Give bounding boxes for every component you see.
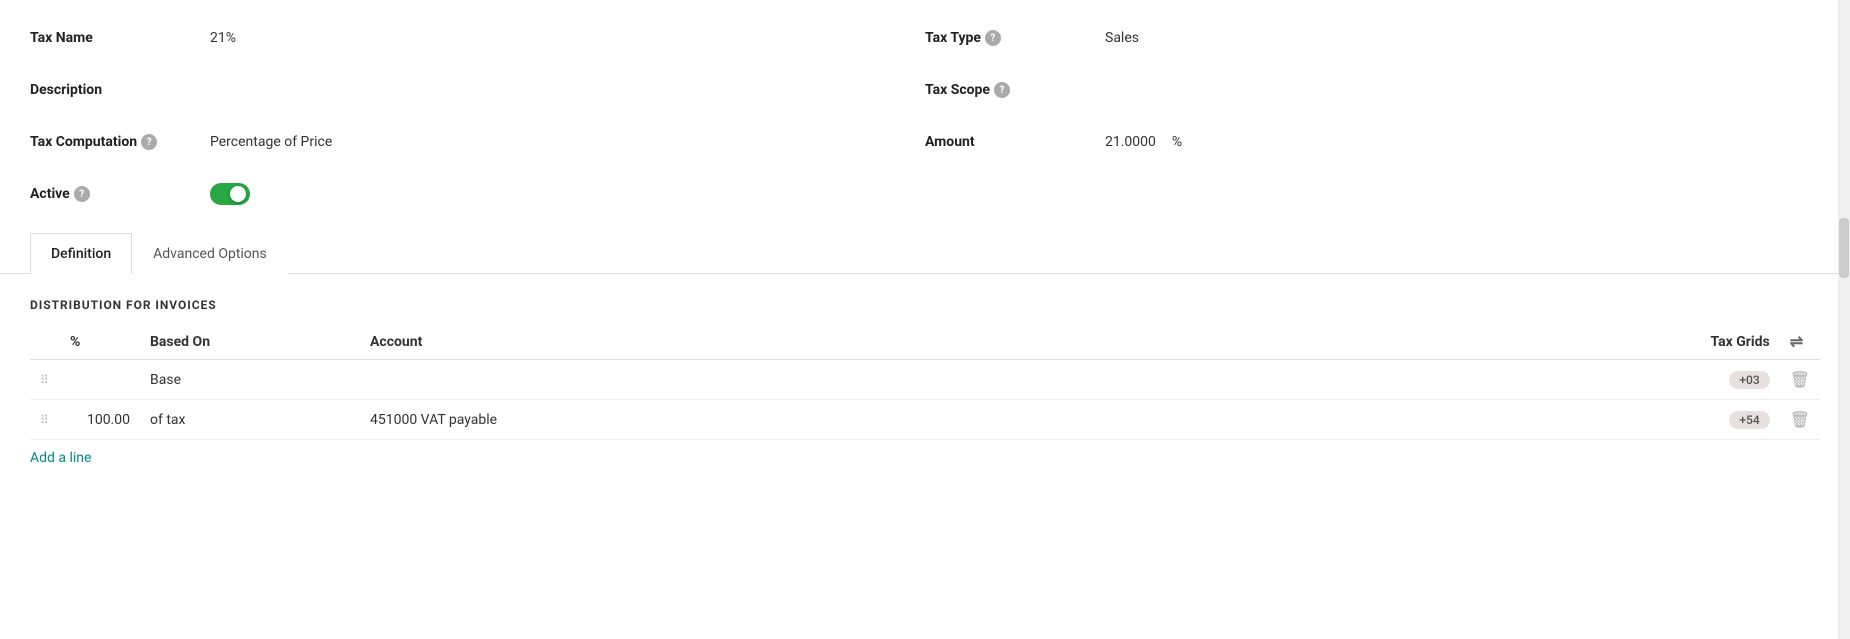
th-taxgrids: Tax Grids <box>710 324 1780 360</box>
active-toggle[interactable] <box>210 183 250 205</box>
distribution-table: % Based On Account Tax Grids ⇌ ⠿ Base +0… <box>30 324 1820 440</box>
basedon-cell-1[interactable]: Base <box>140 360 360 400</box>
tax-name-value[interactable]: 21% <box>210 30 236 46</box>
tax-type-row: Tax Type ? Sales <box>925 20 1820 56</box>
amount-label: Amount <box>925 134 1105 150</box>
drag-cell-2: ⠿ <box>30 400 60 440</box>
th-basedon: Based On <box>140 324 360 360</box>
tax-computation-value[interactable]: Percentage of Price <box>210 134 332 150</box>
th-account: Account <box>360 324 710 360</box>
distribution-invoices-title: DISTRIBUTION FOR INVOICES <box>30 298 1820 312</box>
active-toggle-wrapper <box>210 183 250 205</box>
delete-icon-2[interactable]: 🗑 <box>1790 410 1810 429</box>
active-help-icon[interactable]: ? <box>74 186 90 202</box>
amount-value[interactable]: 21.0000 <box>1105 134 1156 150</box>
tax-scope-row: Tax Scope ? <box>925 72 1820 108</box>
delete-cell-1: 🗑 <box>1780 360 1820 400</box>
add-line-button[interactable]: Add a line <box>30 440 91 476</box>
amount-row: Amount 21.0000 % <box>925 124 1820 160</box>
amount-value-row: 21.0000 % <box>1105 134 1182 150</box>
account-cell-2[interactable]: 451000 VAT payable <box>360 400 710 440</box>
taxgrid-badge-2[interactable]: +54 <box>1729 411 1769 429</box>
tax-scope-help-icon[interactable]: ? <box>994 82 1010 98</box>
th-drag <box>30 324 60 360</box>
table-row: ⠿ 100.00 of tax 451000 VAT payable +54 🗑 <box>30 400 1820 440</box>
tax-computation-row: Tax Computation ? Percentage of Price <box>30 124 925 160</box>
taxgrids-cell-2: +54 <box>710 400 1780 440</box>
active-row: Active ? <box>30 176 925 212</box>
basedon-cell-2[interactable]: of tax <box>140 400 360 440</box>
taxgrid-badge-1[interactable]: +03 <box>1729 371 1769 389</box>
scrollbar <box>1838 0 1850 639</box>
table-row: ⠿ Base +03 🗑 <box>30 360 1820 400</box>
form-left: Tax Name 21% Description Tax Computation… <box>30 20 925 212</box>
tab-advanced-options[interactable]: Advanced Options <box>132 233 288 274</box>
tab-definition[interactable]: Definition <box>30 233 132 274</box>
amount-unit: % <box>1172 134 1182 150</box>
description-label: Description <box>30 82 210 98</box>
delete-cell-2: 🗑 <box>1780 400 1820 440</box>
th-filter: ⇌ <box>1780 324 1820 360</box>
tabs: Definition Advanced Options <box>30 232 1820 273</box>
taxgrids-cell-1: +03 <box>710 360 1780 400</box>
th-percent: % <box>60 324 140 360</box>
table-header-row: % Based On Account Tax Grids ⇌ <box>30 324 1820 360</box>
drag-handle-2[interactable]: ⠿ <box>40 413 50 427</box>
delete-icon-1[interactable]: 🗑 <box>1790 370 1810 389</box>
drag-cell-1: ⠿ <box>30 360 60 400</box>
content-area: DISTRIBUTION FOR INVOICES % Based On Acc… <box>0 274 1850 500</box>
percent-cell-1 <box>60 360 140 400</box>
tax-type-label: Tax Type ? <box>925 30 1105 46</box>
form-grid: Tax Name 21% Description Tax Computation… <box>30 20 1820 212</box>
account-cell-1 <box>360 360 710 400</box>
tax-computation-label: Tax Computation ? <box>30 134 210 150</box>
active-label: Active ? <box>30 186 210 202</box>
tabs-container: Definition Advanced Options <box>0 232 1850 274</box>
filter-icon[interactable]: ⇌ <box>1790 332 1803 351</box>
tax-scope-label: Tax Scope ? <box>925 82 1105 98</box>
tax-name-row: Tax Name 21% <box>30 20 925 56</box>
drag-handle-1[interactable]: ⠿ <box>40 373 50 387</box>
tax-computation-help-icon[interactable]: ? <box>141 134 157 150</box>
percent-cell-2[interactable]: 100.00 <box>60 400 140 440</box>
form-section: Tax Name 21% Description Tax Computation… <box>0 0 1850 222</box>
scrollbar-thumb[interactable] <box>1839 218 1849 278</box>
description-row: Description <box>30 72 925 108</box>
form-right: Tax Type ? Sales Tax Scope ? Amount 21.0… <box>925 20 1820 212</box>
tax-name-label: Tax Name <box>30 30 210 46</box>
tax-type-help-icon[interactable]: ? <box>985 30 1001 46</box>
tax-type-value[interactable]: Sales <box>1105 30 1139 46</box>
